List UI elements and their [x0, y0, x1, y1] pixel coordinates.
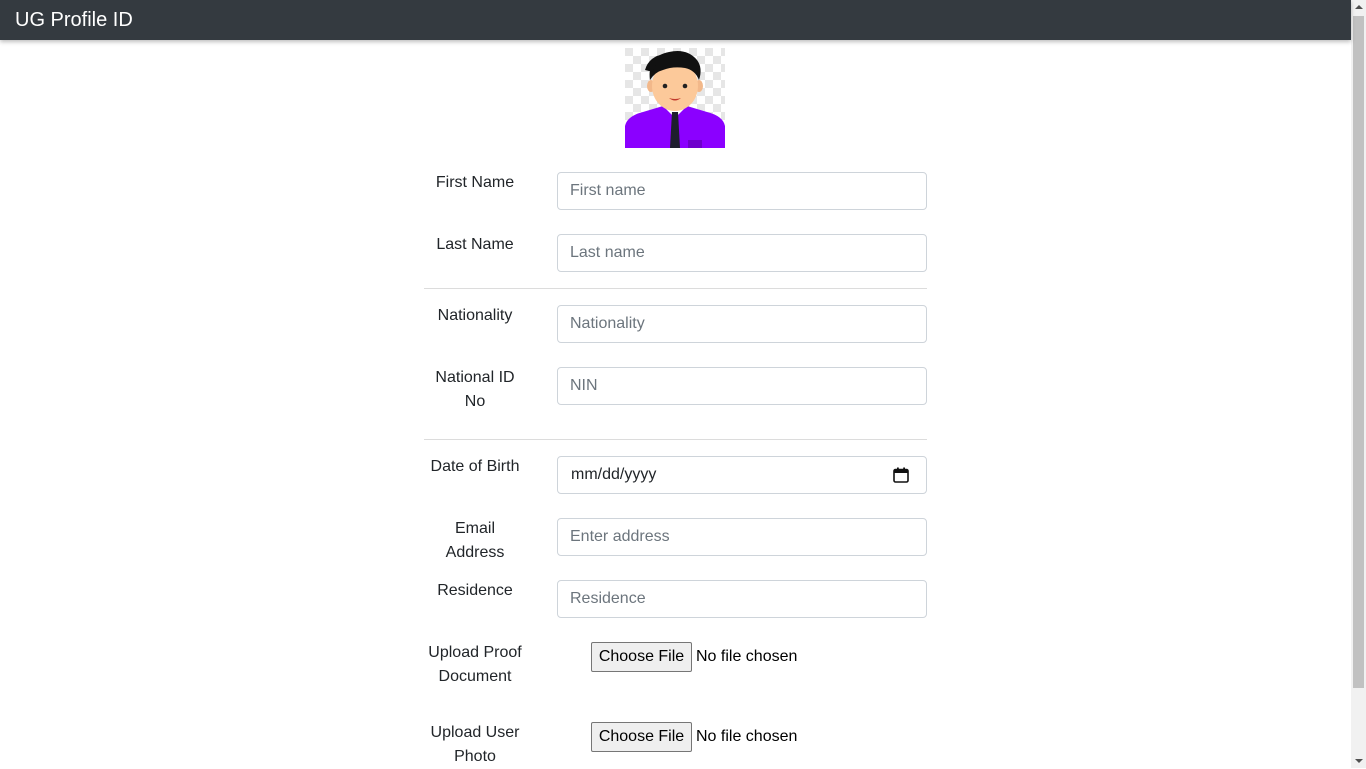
- calendar-icon[interactable]: [893, 467, 909, 483]
- dob-format-text[interactable]: mm/dd/yyyy: [571, 466, 656, 484]
- user-photo-label: Upload User Photo: [430, 724, 520, 765]
- page-scrollbar[interactable]: [1351, 0, 1366, 768]
- nationality-label: Nationality: [437, 307, 513, 324]
- proof-document-label: Upload Proof Document: [428, 644, 522, 685]
- email-label: Email Address: [445, 520, 505, 561]
- scroll-up-icon[interactable]: [1355, 5, 1363, 9]
- dob-input[interactable]: mm/dd/yyyy: [557, 456, 927, 494]
- section-divider: [424, 288, 927, 289]
- residence-label: Residence: [437, 582, 513, 599]
- national-id-input[interactable]: [557, 367, 927, 405]
- scroll-down-icon[interactable]: [1355, 759, 1363, 763]
- section-divider: [424, 439, 927, 440]
- scrollbar-thumb[interactable]: [1353, 16, 1364, 688]
- national-id-label: National ID No: [435, 369, 515, 410]
- residence-input[interactable]: [557, 580, 927, 618]
- navbar-brand[interactable]: UG Profile ID: [15, 9, 133, 31]
- email-input[interactable]: [557, 518, 927, 556]
- last-name-input[interactable]: [557, 234, 927, 272]
- top-navbar: UG Profile ID: [0, 0, 1351, 40]
- user-avatar: [625, 48, 725, 148]
- nationality-input[interactable]: [557, 305, 927, 343]
- user-avatar-icon: [625, 48, 725, 148]
- proof-document-choose-button[interactable]: Choose File: [591, 642, 692, 672]
- first-name-input[interactable]: [557, 172, 927, 210]
- dob-label: Date of Birth: [430, 458, 520, 475]
- user-photo-status: No file chosen: [696, 728, 798, 745]
- first-name-label: First Name: [435, 174, 515, 191]
- user-photo-choose-button[interactable]: Choose File: [591, 722, 692, 752]
- proof-document-status: No file chosen: [696, 648, 798, 665]
- last-name-label: Last Name: [436, 236, 514, 253]
